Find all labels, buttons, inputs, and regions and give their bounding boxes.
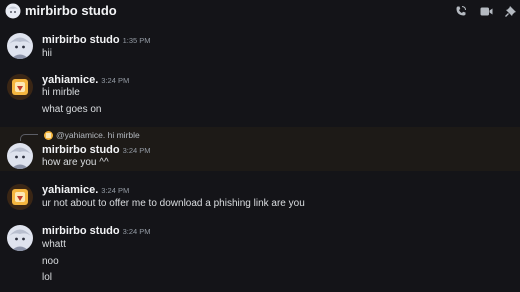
pin-icon[interactable] — [502, 2, 520, 20]
reply-connector — [20, 134, 38, 141]
video-icon[interactable] — [477, 2, 495, 20]
channel-header: mirbirbo studo — [0, 0, 520, 22]
phone-icon[interactable] — [452, 2, 470, 20]
message-author[interactable]: yahiamice. 3:24 PM — [42, 74, 129, 87]
avatar-mirbirbo[interactable] — [7, 143, 33, 169]
reply-avatar-icon — [44, 130, 53, 140]
message-text: ur not about to offer me to download a p… — [42, 198, 305, 209]
message-timestamp: 1:35 PM — [122, 36, 151, 45]
message-timestamp: 3:24 PM — [101, 186, 130, 195]
message-text: noo — [42, 256, 59, 267]
message-timestamp: 3:24 PM — [122, 227, 151, 236]
avatar-mirbirbo[interactable] — [7, 33, 33, 59]
message-text: how are you ^^ — [42, 157, 109, 168]
message-timestamp: 3:24 PM — [101, 76, 130, 85]
message-author[interactable]: mirbirbo studo 3:24 PM — [42, 144, 151, 157]
message-text: hi mirble — [42, 87, 80, 98]
message-author[interactable]: yahiamice. 3:24 PM — [42, 184, 129, 197]
message-author[interactable]: mirbirbo studo 1:35 PM — [42, 34, 151, 47]
message-text: hii — [42, 48, 53, 59]
avatar-mirbirbo[interactable] — [7, 225, 33, 251]
user-avatar-icon[interactable] — [5, 3, 21, 19]
reply-preview[interactable]: @yahiamice. hi mirble — [44, 130, 140, 140]
avatar-yahiamice[interactable] — [7, 184, 33, 210]
message-timestamp: 3:24 PM — [122, 146, 151, 155]
channel-title: mirbirbo studo — [25, 3, 117, 18]
header-actions — [445, 2, 520, 20]
message-text: what goes on — [42, 104, 102, 115]
avatar-yahiamice[interactable] — [7, 74, 33, 100]
message-text: whatt — [42, 239, 66, 250]
message-author[interactable]: mirbirbo studo 3:24 PM — [42, 225, 151, 238]
message-text: lol — [42, 272, 53, 283]
